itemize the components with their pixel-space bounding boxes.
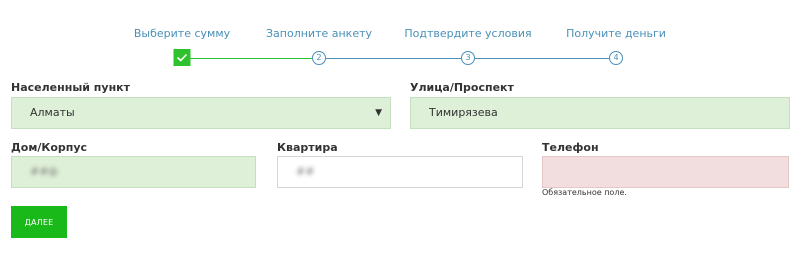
city-label: Населенный пункт xyxy=(11,81,131,94)
apartment-input[interactable]: ## xyxy=(277,156,523,188)
step-3-label: Подтвердите условия xyxy=(404,27,532,40)
step-connector-3 xyxy=(475,58,609,59)
street-label: Улица/Проспект xyxy=(410,81,514,94)
street-value: Тимирязева xyxy=(429,106,498,119)
step-1-check-icon xyxy=(173,49,191,66)
next-button[interactable]: ДАЛЕЕ xyxy=(11,206,67,238)
step-3-marker: 3 xyxy=(461,51,475,65)
step-4-marker: 4 xyxy=(609,51,623,65)
phone-label: Телефон xyxy=(542,141,599,154)
step-connector-2 xyxy=(326,58,461,59)
step-connector-1 xyxy=(190,58,312,59)
phone-input[interactable] xyxy=(542,156,789,188)
apartment-label: Квартира xyxy=(277,141,338,154)
step-1-label: Выберите сумму xyxy=(133,27,231,40)
phone-error-message: Обязательное поле. xyxy=(542,188,627,197)
progress-stepper: Выберите сумму Заполните анкету Подтверд… xyxy=(0,0,800,70)
step-2-marker: 2 xyxy=(312,51,326,65)
house-value: ##ф xyxy=(30,165,58,178)
step-2-label: Заполните анкету xyxy=(265,27,373,40)
street-input[interactable]: Тимирязева xyxy=(410,97,790,129)
house-input[interactable]: ##ф xyxy=(11,156,256,188)
apartment-value: ## xyxy=(296,165,315,178)
house-label: Дом/Корпус xyxy=(11,141,88,154)
city-select[interactable]: Алматы ▼ xyxy=(11,97,391,129)
city-value: Алматы xyxy=(30,106,75,119)
chevron-down-icon: ▼ xyxy=(375,108,382,118)
step-4-label: Получите деньги xyxy=(566,27,666,40)
